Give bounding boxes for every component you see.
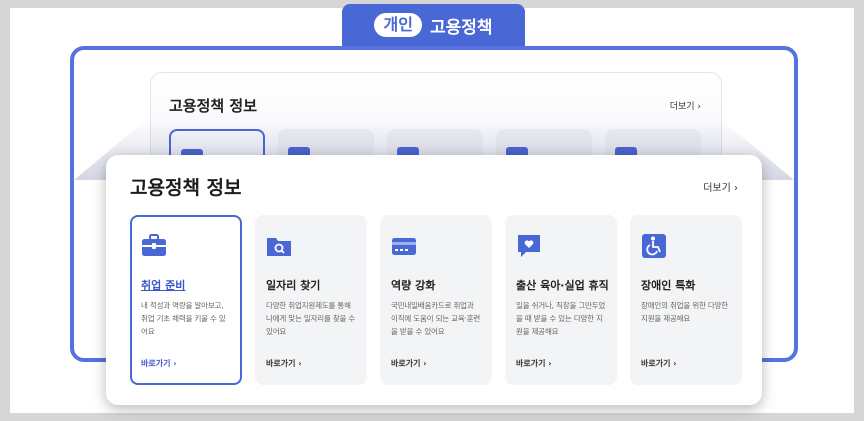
card-icon bbox=[392, 238, 416, 255]
card-title: 출산 육아·실업 휴직 bbox=[516, 279, 609, 292]
search-folder-icon bbox=[267, 238, 291, 256]
background-more-link[interactable]: 더보기 › bbox=[670, 99, 701, 112]
card-title: 취업 준비 bbox=[141, 279, 186, 292]
card-go-link[interactable]: 바로가기 › bbox=[141, 358, 177, 369]
category-title: 고용정책 bbox=[429, 17, 493, 38]
card-title: 장애인 특화 bbox=[641, 279, 696, 292]
card-go-link[interactable]: 바로가기 › bbox=[516, 358, 552, 369]
card-title: 일자리 찾기 bbox=[266, 279, 321, 292]
policy-panel: 고용정책 정보 더보기 › 취업 준비 내 적성과 역량을 알아보고, 취업 기… bbox=[106, 155, 762, 405]
card-description: 국민내일배움카드로 취업과 이직에 도움이 되는 교육·훈련을 받을 수 있어요 bbox=[391, 301, 481, 336]
card-description: 장애인의 취업을 위한 다양한 지원을 제공해요 bbox=[641, 301, 728, 323]
wheelchair-icon bbox=[642, 234, 666, 258]
card-description: 다양한 취업지원제도를 통해 나에게 맞는 일자리를 찾을 수 있어요 bbox=[266, 301, 356, 336]
category-pill: 개인 bbox=[374, 13, 422, 37]
policy-card-list: 취업 준비 내 적성과 역량을 알아보고, 취업 기초 체력을 키울 수 있어요… bbox=[130, 215, 742, 385]
category-tab[interactable]: 개인 고용정책 bbox=[342, 4, 525, 46]
card-go-link[interactable]: 바로가기 › bbox=[266, 358, 302, 369]
card-go-link[interactable]: 바로가기 › bbox=[641, 358, 677, 369]
card-description: 내 적성과 역량을 알아보고, 취업 기초 체력을 키울 수 있어요 bbox=[141, 301, 226, 336]
card-go-link[interactable]: 바로가기 › bbox=[391, 358, 427, 369]
policy-card-job-search[interactable]: 일자리 찾기 다양한 취업지원제도를 통해 나에게 맞는 일자리를 찾을 수 있… bbox=[255, 215, 367, 385]
policy-card-disability[interactable]: 장애인 특화 장애인의 취업을 위한 다양한 지원을 제공해요 바로가기 › bbox=[630, 215, 742, 385]
background-panel-title: 고용정책 정보 bbox=[169, 97, 258, 115]
card-description: 일을 쉬거나, 직장을 그만두었을 때 받을 수 있는 다양한 지원을 제공해요 bbox=[516, 301, 606, 336]
more-link[interactable]: 더보기 › bbox=[703, 179, 738, 194]
heart-message-icon bbox=[518, 235, 540, 257]
card-title: 역량 강화 bbox=[391, 279, 436, 292]
policy-card-leave[interactable]: 출산 육아·실업 휴직 일을 쉬거나, 직장을 그만두었을 때 받을 수 있는 … bbox=[505, 215, 617, 385]
panel-title: 고용정책 정보 bbox=[130, 177, 242, 199]
policy-card-job-prep[interactable]: 취업 준비 내 적성과 역량을 알아보고, 취업 기초 체력을 키울 수 있어요… bbox=[130, 215, 242, 385]
briefcase-icon bbox=[142, 234, 166, 256]
policy-card-skill-up[interactable]: 역량 강화 국민내일배움카드로 취업과 이직에 도움이 되는 교육·훈련을 받을… bbox=[380, 215, 492, 385]
